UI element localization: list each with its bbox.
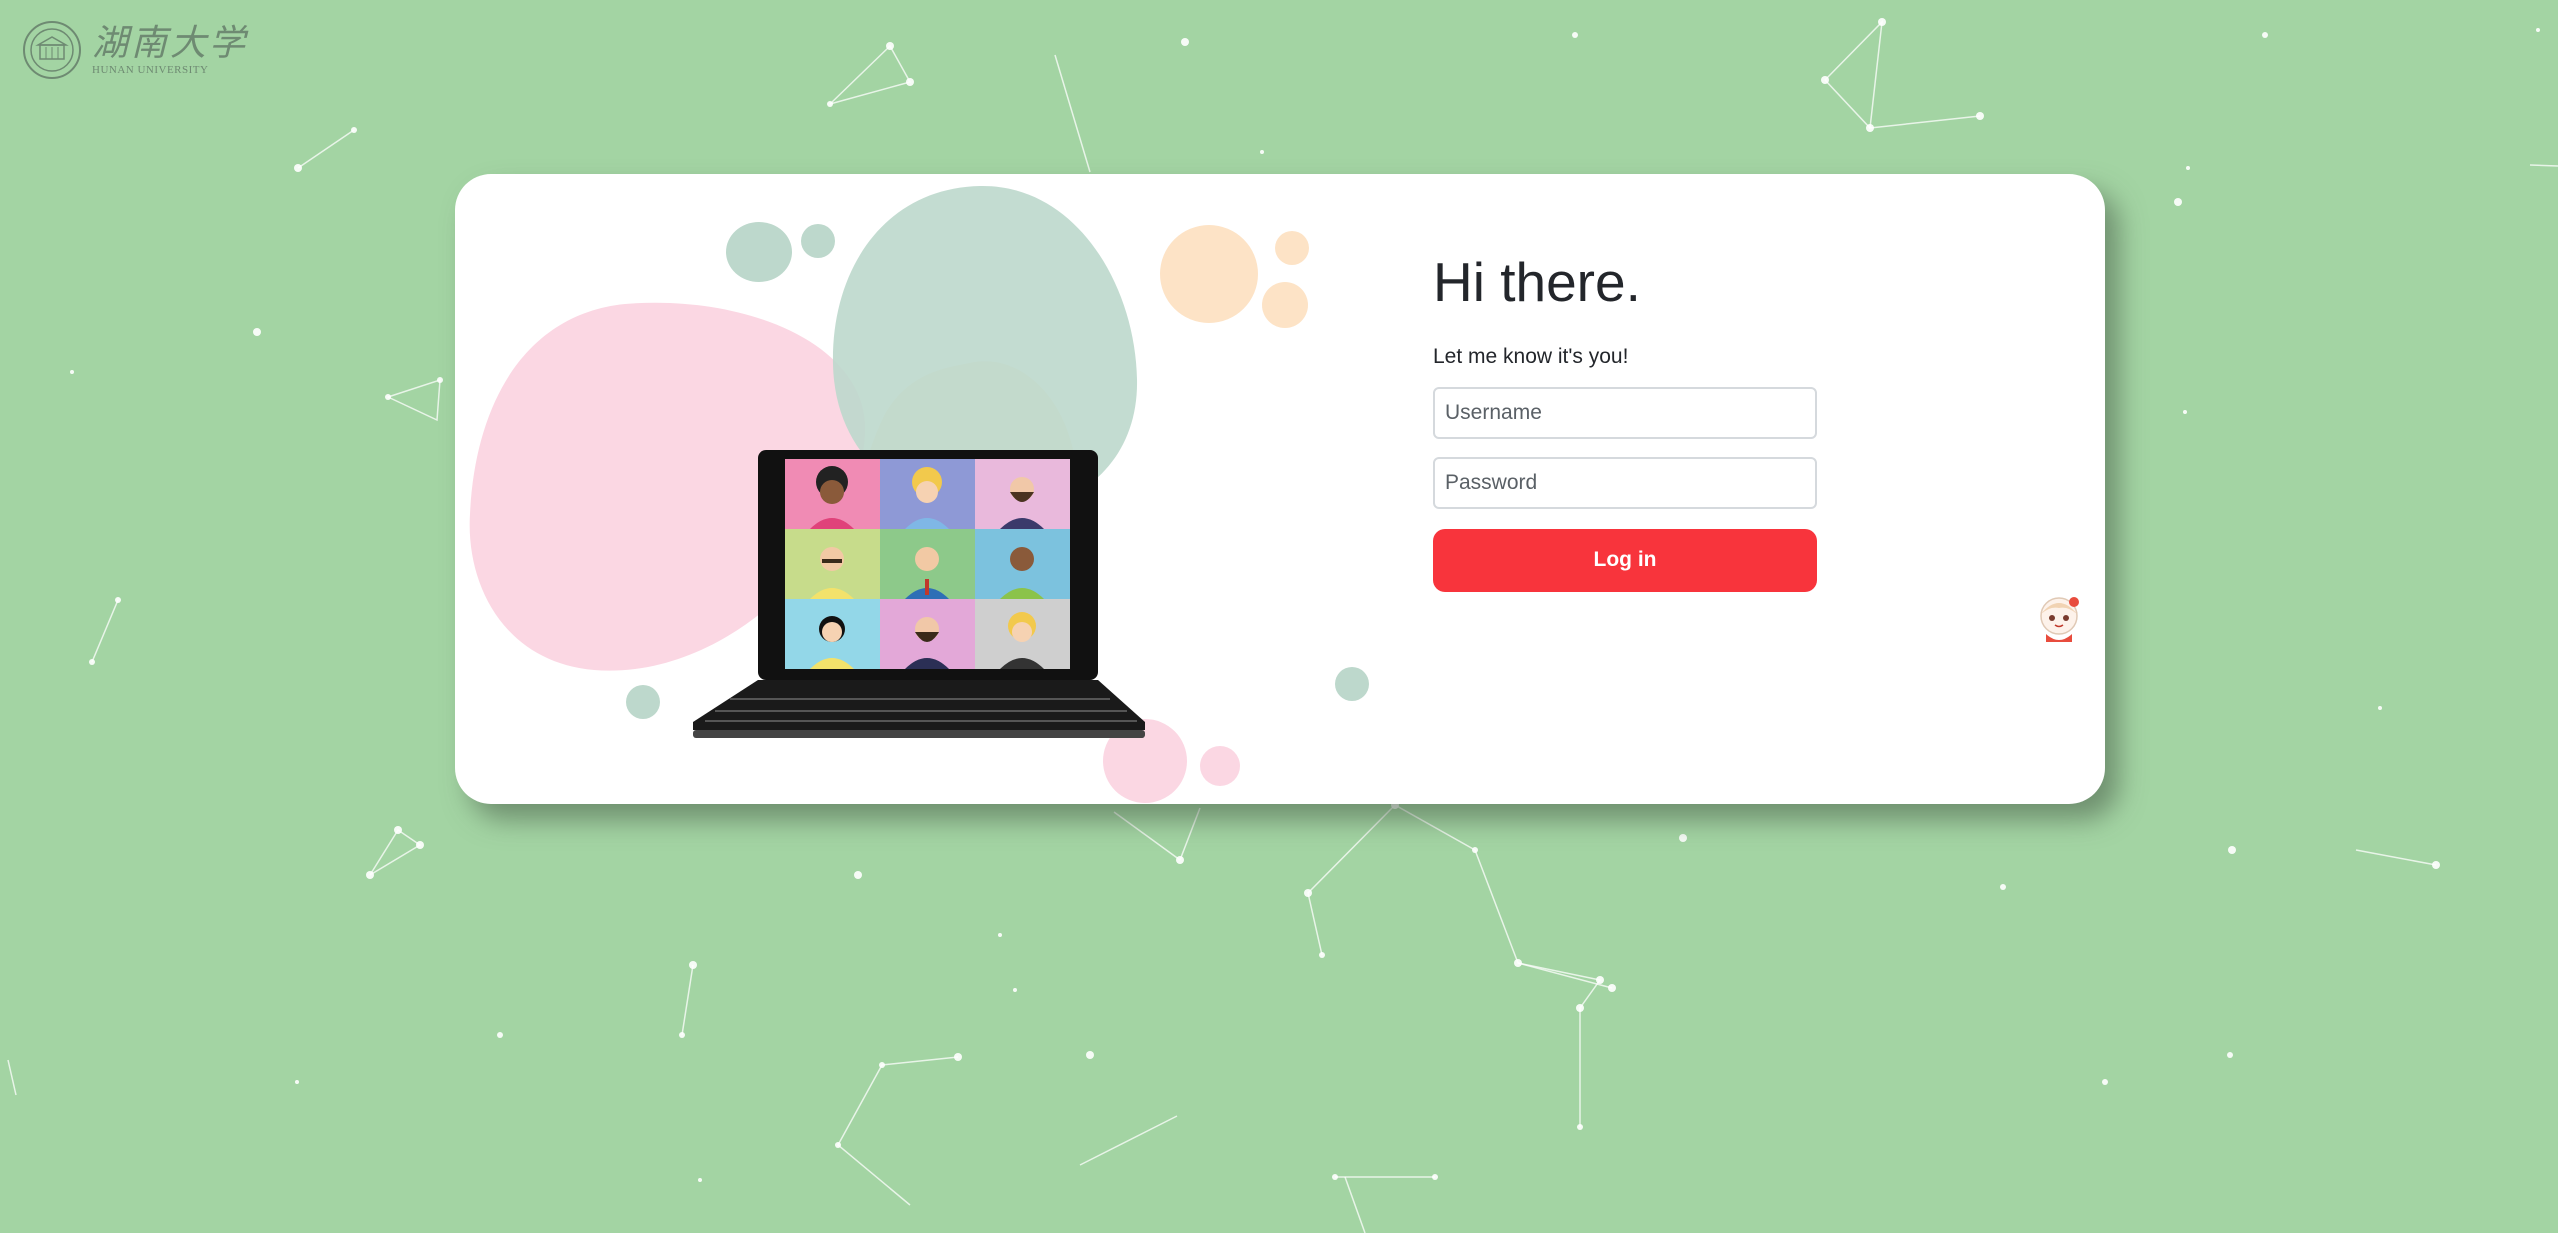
logo-chinese-name: 湖南大学 <box>92 23 249 64</box>
login-button[interactable]: Log in <box>1433 528 1817 592</box>
page-title: Hi there. <box>1433 251 1641 313</box>
university-seal-icon <box>23 21 81 79</box>
login-form: Hi there. Let me know it's you! Log in <box>1433 252 1817 592</box>
logo-wordmark: 湖南大学 HUNAN UNIVERSITY <box>92 23 249 77</box>
login-subtitle: Let me know it's you! <box>1433 344 1629 368</box>
login-card: Hi there. Let me know it's you! Log in <box>455 174 2105 804</box>
password-input[interactable] <box>1433 456 1817 509</box>
logo-english-name: HUNAN UNIVERSITY <box>92 64 209 76</box>
university-logo: 湖南大学 HUNAN UNIVERSITY <box>22 20 248 80</box>
username-input[interactable] <box>1433 386 1817 439</box>
video-conference-laptop-illustration <box>469 185 1369 803</box>
chibi-mascot-icon[interactable] <box>2028 588 2090 650</box>
